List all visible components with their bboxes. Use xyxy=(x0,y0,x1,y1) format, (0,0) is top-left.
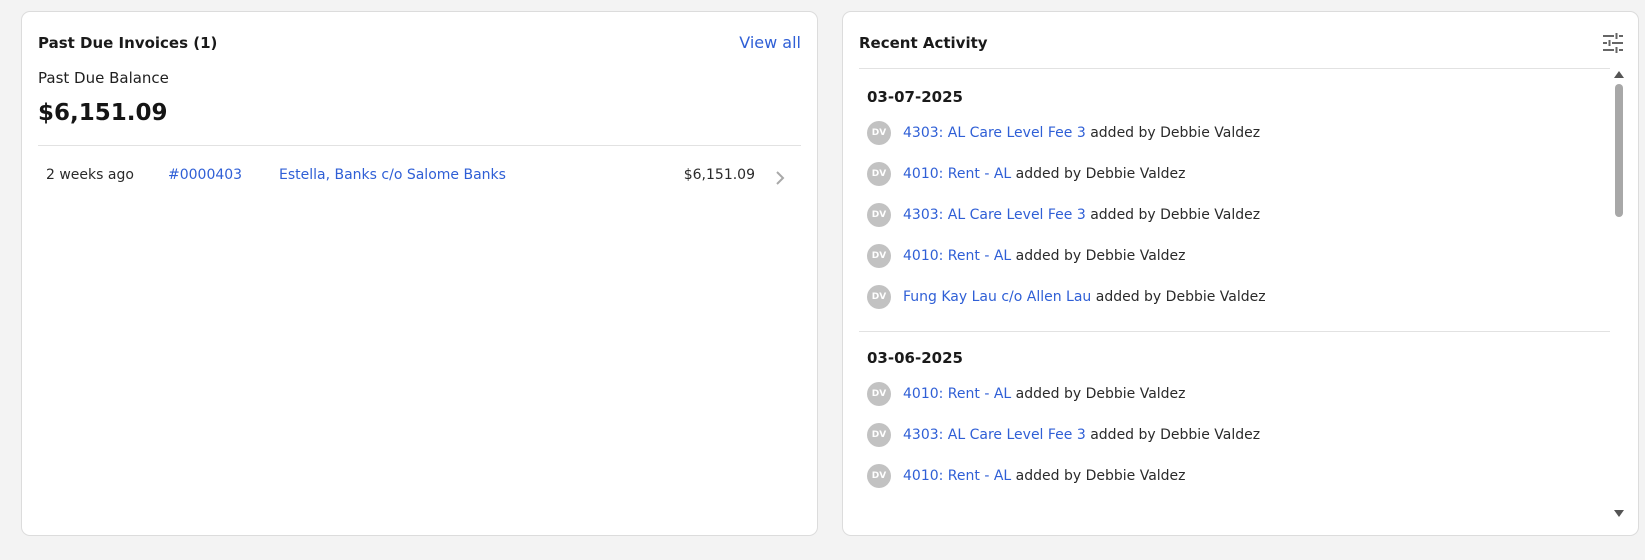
recent-activity-card: Recent Activity 03-07-2025 DV 4303: AL C… xyxy=(842,11,1639,536)
past-due-balance-value: $6,151.09 xyxy=(38,100,168,126)
activity-link[interactable]: 4303: AL Care Level Fee 3 xyxy=(903,207,1086,223)
activity-item: DV 4303: AL Care Level Fee 3 added by De… xyxy=(859,112,1610,153)
activity-link[interactable]: 4010: Rent - AL xyxy=(903,166,1011,182)
activity-date-group: 03-07-2025 DV 4303: AL Care Level Fee 3 … xyxy=(859,69,1610,332)
sliders-icon[interactable] xyxy=(1601,31,1625,55)
view-all-link[interactable]: View all xyxy=(739,33,801,52)
activity-description: added by Debbie Valdez xyxy=(1011,385,1186,402)
activity-item: DV 4010: Rent - AL added by Debbie Valde… xyxy=(859,373,1610,414)
avatar: DV xyxy=(867,202,891,227)
scrollbar-thumb[interactable] xyxy=(1615,84,1623,217)
scrollbar[interactable] xyxy=(1614,69,1624,521)
activity-item: DV 4303: AL Care Level Fee 3 added by De… xyxy=(859,414,1610,455)
activity-description: added by Debbie Valdez xyxy=(1011,247,1186,264)
activity-item: DV 4010: Rent - AL added by Debbie Valde… xyxy=(859,455,1610,496)
avatar: DV xyxy=(867,243,891,268)
avatar: DV xyxy=(867,161,891,186)
activity-description: added by Debbie Valdez xyxy=(1085,206,1261,223)
scroll-down-arrow-icon[interactable] xyxy=(1614,510,1624,517)
activity-description: added by Debbie Valdez xyxy=(1011,165,1186,182)
activity-link[interactable]: 4303: AL Care Level Fee 3 xyxy=(903,427,1086,443)
chevron-right-icon[interactable] xyxy=(775,171,785,185)
activity-link[interactable]: 4303: AL Care Level Fee 3 xyxy=(903,125,1086,141)
activity-date-group: 03-06-2025 DV 4010: Rent - AL added by D… xyxy=(859,332,1610,496)
activity-description: added by Debbie Valdez xyxy=(1011,467,1186,484)
invoice-row[interactable]: 2 weeks ago #0000403 Estella, Banks c/o … xyxy=(38,160,801,192)
past-due-invoices-card: Past Due Invoices (1) View all Past Due … xyxy=(21,11,818,536)
activity-link[interactable]: 4010: Rent - AL xyxy=(903,468,1011,484)
divider xyxy=(38,145,801,146)
avatar: DV xyxy=(867,422,891,447)
activity-list[interactable]: 03-07-2025 DV 4303: AL Care Level Fee 3 … xyxy=(859,69,1610,521)
activity-description: added by Debbie Valdez xyxy=(1085,124,1261,141)
activity-item: DV 4303: AL Care Level Fee 3 added by De… xyxy=(859,194,1610,235)
past-due-invoices-title: Past Due Invoices (1) xyxy=(38,34,218,52)
avatar: DV xyxy=(867,381,891,406)
activity-description: added by Debbie Valdez xyxy=(1085,426,1261,443)
activity-link[interactable]: 4010: Rent - AL xyxy=(903,248,1011,264)
activity-description: added by Debbie Valdez xyxy=(1091,288,1266,305)
activity-item: DV Fung Kay Lau c/o Allen Lau added by D… xyxy=(859,276,1610,317)
invoice-age: 2 weeks ago xyxy=(46,167,134,183)
invoice-amount: $6,151.09 xyxy=(683,167,755,183)
past-due-balance-label: Past Due Balance xyxy=(38,69,169,87)
activity-date: 03-06-2025 xyxy=(867,349,963,367)
invoice-resident-link[interactable]: Estella, Banks c/o Salome Banks xyxy=(279,167,506,183)
activity-link[interactable]: Fung Kay Lau c/o Allen Lau xyxy=(903,289,1091,305)
recent-activity-title: Recent Activity xyxy=(859,34,988,52)
activity-item: DV 4010: Rent - AL added by Debbie Valde… xyxy=(859,235,1610,276)
scroll-up-arrow-icon[interactable] xyxy=(1614,71,1624,78)
avatar: DV xyxy=(867,463,891,488)
invoice-number-link[interactable]: #0000403 xyxy=(168,167,242,183)
avatar: DV xyxy=(867,120,891,145)
activity-date: 03-07-2025 xyxy=(867,88,963,106)
activity-link[interactable]: 4010: Rent - AL xyxy=(903,386,1011,402)
avatar: DV xyxy=(867,284,891,309)
activity-item: DV 4010: Rent - AL added by Debbie Valde… xyxy=(859,153,1610,194)
